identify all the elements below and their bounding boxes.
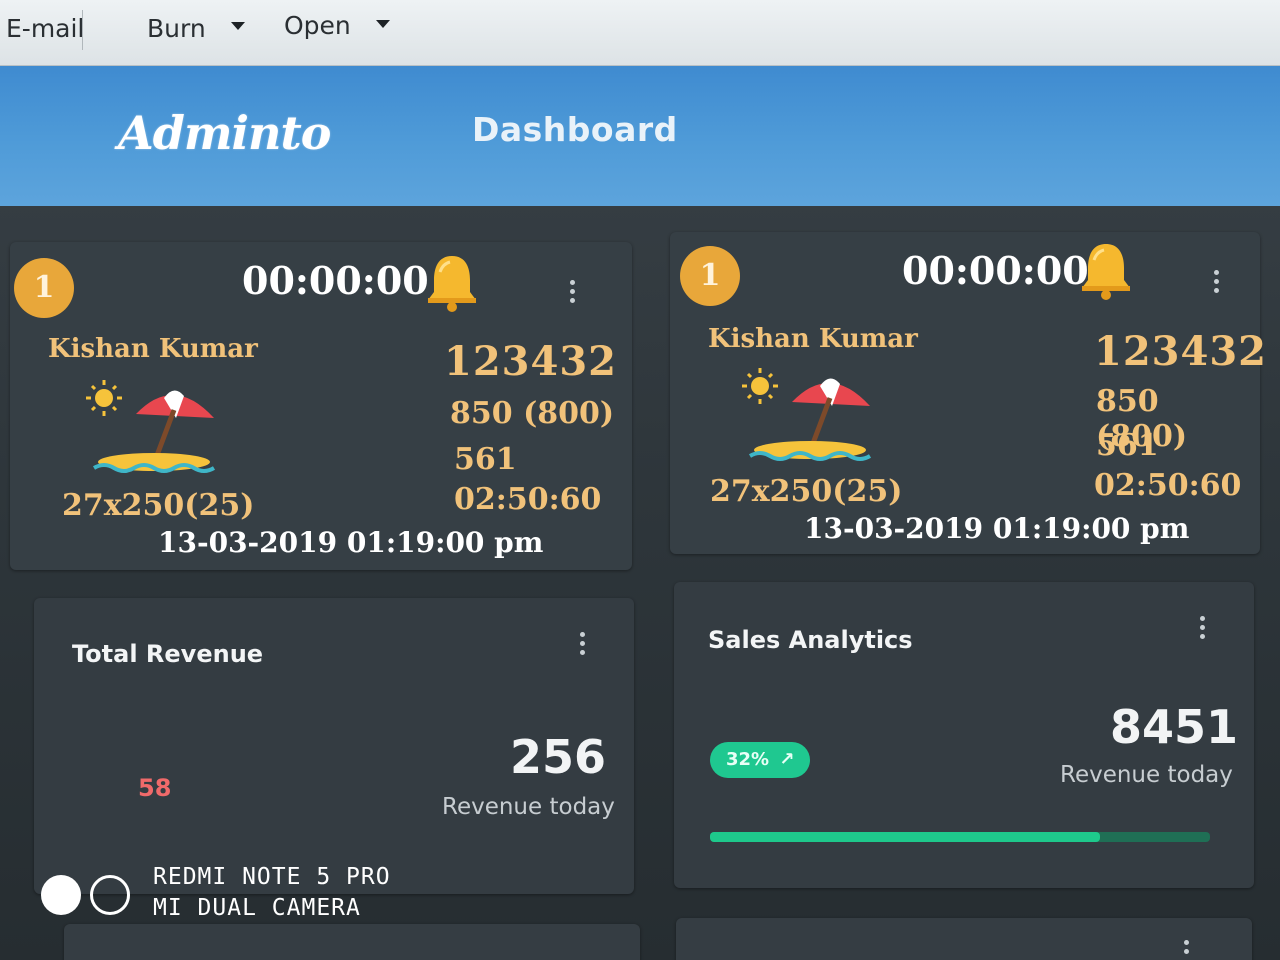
beach-icon — [742, 368, 872, 461]
ticket-count: 561 — [1096, 428, 1159, 463]
ticket-card: 1 00:00:00 Kishan Kumar 123432 850 (800)… — [10, 242, 632, 570]
ticket-duration: 02:50:60 — [454, 482, 602, 517]
email-menu[interactable]: E-mail — [6, 14, 84, 43]
beach-icon — [86, 380, 216, 473]
card-title: Total Revenue — [72, 640, 264, 668]
chevron-down-icon[interactable] — [231, 22, 245, 30]
app-logo[interactable]: Adminto — [118, 106, 331, 160]
sales-analytics-card: Sales Analytics 32% ↗ 8451 Revenue today — [674, 582, 1254, 888]
progress-bar — [710, 832, 1210, 842]
card-menu-icon[interactable] — [580, 632, 586, 659]
ticket-datetime: 13-03-2019 01:19:00 pm — [158, 526, 544, 559]
timer: 00:00:00 — [242, 258, 429, 303]
customer-name: Kishan Kumar — [48, 334, 258, 364]
card-menu-icon[interactable] — [570, 280, 576, 307]
sales-label: Revenue today — [1060, 762, 1233, 788]
count-badge: 1 — [680, 246, 740, 306]
card-menu-icon[interactable] — [1214, 270, 1220, 297]
card-partial — [676, 918, 1252, 960]
change-value: 32% — [726, 749, 770, 770]
count-badge: 1 — [14, 258, 74, 318]
watermark-text: MI DUAL CAMERA — [153, 895, 361, 921]
chevron-down-icon[interactable] — [376, 20, 390, 28]
ticket-amount: 850 (800) — [450, 396, 615, 431]
card-title: Sales Analytics — [708, 626, 913, 654]
watermark-text: REDMI NOTE 5 PRO — [153, 864, 391, 890]
burn-menu[interactable]: Burn — [147, 14, 206, 43]
progress-fill — [710, 832, 1100, 842]
ticket-datetime: 13-03-2019 01:19:00 pm — [804, 512, 1190, 545]
card-menu-icon[interactable] — [1184, 940, 1190, 958]
revenue-label: Revenue today — [442, 794, 615, 820]
app-header: Adminto Dashboard — [0, 66, 1280, 206]
ticket-card: 1 00:00:00 Kishan Kumar 123432 850 (800)… — [670, 232, 1266, 554]
watermark-ring — [90, 875, 130, 915]
card-menu-icon[interactable] — [1200, 616, 1206, 643]
timer: 00:00:00 — [902, 248, 1089, 293]
nav-dashboard[interactable]: Dashboard — [472, 110, 678, 149]
total-revenue-card: Total Revenue 58 256 Revenue today — [34, 598, 634, 894]
bell-icon[interactable] — [1078, 240, 1134, 302]
change-pill: 32% ↗ — [710, 742, 810, 778]
ticket-code: 123432 — [444, 338, 617, 385]
customer-name: Kishan Kumar — [708, 324, 918, 354]
page: E-mail Burn Open Adminto Dashboard 1 00:… — [0, 0, 1280, 960]
toolbar-divider — [82, 10, 83, 50]
bell-icon[interactable] — [424, 252, 480, 314]
secondary-value: 58 — [138, 774, 172, 802]
ticket-count: 561 — [454, 442, 517, 477]
browser-toolbar: E-mail Burn Open — [0, 0, 1280, 66]
ticket-size: 27x250(25) — [62, 488, 255, 523]
ticket-duration: 02:50:60 — [1094, 468, 1242, 503]
card-partial — [64, 924, 640, 960]
revenue-value: 256 — [510, 730, 607, 784]
sales-value: 8451 — [1110, 700, 1239, 754]
watermark-dot — [41, 875, 81, 915]
ticket-code: 123432 — [1094, 328, 1267, 375]
trend-up-icon: ↗ — [779, 749, 795, 770]
open-menu[interactable]: Open — [284, 11, 351, 40]
ticket-size: 27x250(25) — [710, 474, 903, 509]
